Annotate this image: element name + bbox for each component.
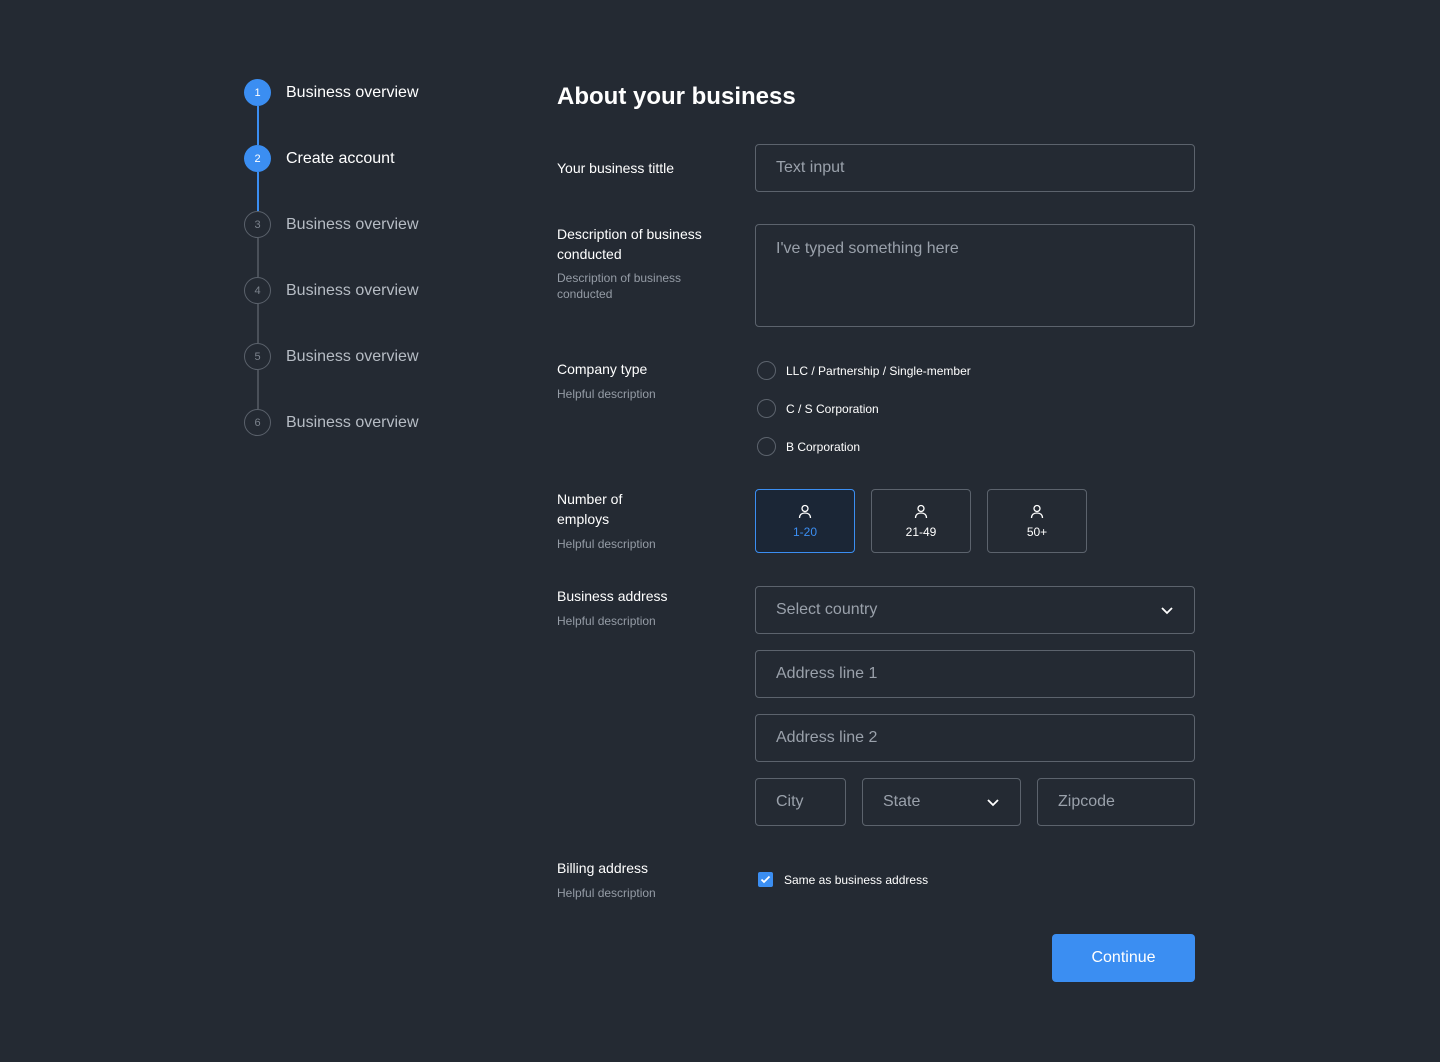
employees-option-label: 50+ [1026, 524, 1048, 539]
step-3[interactable]: 3 Business overview [244, 211, 504, 277]
check-icon [760, 875, 771, 884]
business-title-placeholder: Text input [776, 159, 845, 176]
state-select[interactable]: State [862, 778, 1021, 826]
radio-label: C / S Corporation [786, 401, 879, 416]
step-connector [256, 172, 259, 211]
business-title-input[interactable]: Text input [755, 144, 1195, 192]
radio-label: LLC / Partnership / Single-member [786, 363, 971, 378]
state-placeholder: State [883, 793, 921, 810]
radio-button[interactable] [757, 399, 776, 418]
step-5[interactable]: 5 Business overview [244, 343, 504, 409]
user-icon [798, 504, 812, 519]
address-line-2-input[interactable]: Address line 2 [755, 714, 1195, 762]
step-connector [256, 238, 259, 277]
continue-button[interactable]: Continue [1052, 934, 1195, 982]
checkbox-label: Same as business address [784, 872, 929, 887]
billing-address-label-block: Billing address Helpful description [557, 858, 727, 901]
step-number: 1 [244, 79, 271, 106]
business-title-label-block: Your business tittle [557, 158, 727, 178]
employees-option-21-49[interactable]: 21-49 [871, 489, 971, 553]
step-connector [256, 304, 259, 343]
step-number: 3 [244, 211, 271, 238]
employees-option-1-20[interactable]: 1-20 [755, 489, 855, 553]
employees-label: Number of employs [557, 491, 623, 527]
step-label: Business overview [286, 84, 419, 101]
description-textarea[interactable]: I've typed something here [755, 224, 1195, 327]
employees-help: Helpful description [557, 537, 656, 551]
address-line-1-placeholder: Address line 1 [776, 665, 878, 682]
step-number: 4 [244, 277, 271, 304]
billing-address-help: Helpful description [557, 886, 656, 900]
user-icon [914, 504, 928, 519]
business-address-help: Helpful description [557, 614, 656, 628]
same-as-business-address[interactable]: Same as business address [758, 872, 928, 887]
radio-cs-corp[interactable]: C / S Corporation [757, 399, 879, 418]
progress-stepper: 1 Business overview 2 Create account 3 B… [244, 79, 504, 475]
radio-label: B Corporation [786, 439, 861, 454]
employees-option-label: 21-49 [905, 524, 937, 539]
checkbox-checked[interactable] [758, 872, 773, 887]
chevron-down-icon [1160, 606, 1174, 615]
step-connector [256, 370, 259, 409]
description-value: I've typed something here [776, 240, 959, 257]
company-type-help: Helpful description [557, 387, 656, 401]
step-6[interactable]: 6 Business overview [244, 409, 504, 475]
company-type-label-block: Company type Helpful description [557, 359, 727, 402]
description-label: Description of business conducted [557, 226, 702, 262]
city-input[interactable]: City [755, 778, 846, 826]
step-label: Business overview [286, 216, 419, 233]
employees-option-50-plus[interactable]: 50+ [987, 489, 1087, 553]
country-placeholder: Select country [776, 601, 878, 618]
country-select[interactable]: Select country [755, 586, 1195, 634]
user-icon [1030, 504, 1044, 519]
form-title: About your business [557, 83, 796, 110]
chevron-down-icon [986, 798, 1000, 807]
business-address-label-block: Business address Helpful description [557, 586, 727, 629]
radio-button[interactable] [757, 361, 776, 380]
employees-label-block: Number of employs Helpful description [557, 489, 667, 552]
page: 1 Business overview 2 Create account 3 B… [0, 0, 1440, 1062]
billing-address-label: Billing address [557, 860, 649, 876]
zipcode-input[interactable]: Zipcode [1037, 778, 1195, 826]
step-4[interactable]: 4 Business overview [244, 277, 504, 343]
address-line-2-placeholder: Address line 2 [776, 729, 878, 746]
step-1[interactable]: 1 Business overview [244, 79, 504, 145]
step-label: Business overview [286, 282, 419, 299]
zipcode-placeholder: Zipcode [1058, 793, 1115, 810]
step-label: Create account [286, 150, 395, 167]
step-number: 6 [244, 409, 271, 436]
step-number: 5 [244, 343, 271, 370]
step-2[interactable]: 2 Create account [244, 145, 504, 211]
radio-button[interactable] [757, 437, 776, 456]
step-label: Business overview [286, 414, 419, 431]
step-number: 2 [244, 145, 271, 172]
description-label-block: Description of business conducted Descri… [557, 224, 722, 302]
business-address-label: Business address [557, 588, 668, 604]
business-title-label: Your business tittle [557, 160, 674, 176]
company-type-label: Company type [557, 361, 648, 377]
radio-b-corp[interactable]: B Corporation [757, 437, 860, 456]
radio-llc[interactable]: LLC / Partnership / Single-member [757, 361, 971, 380]
employees-option-label: 1-20 [792, 524, 818, 539]
step-label: Business overview [286, 348, 419, 365]
description-help: Description of business conducted [557, 271, 682, 301]
step-connector [256, 106, 259, 145]
city-placeholder: City [776, 793, 804, 810]
address-line-1-input[interactable]: Address line 1 [755, 650, 1195, 698]
